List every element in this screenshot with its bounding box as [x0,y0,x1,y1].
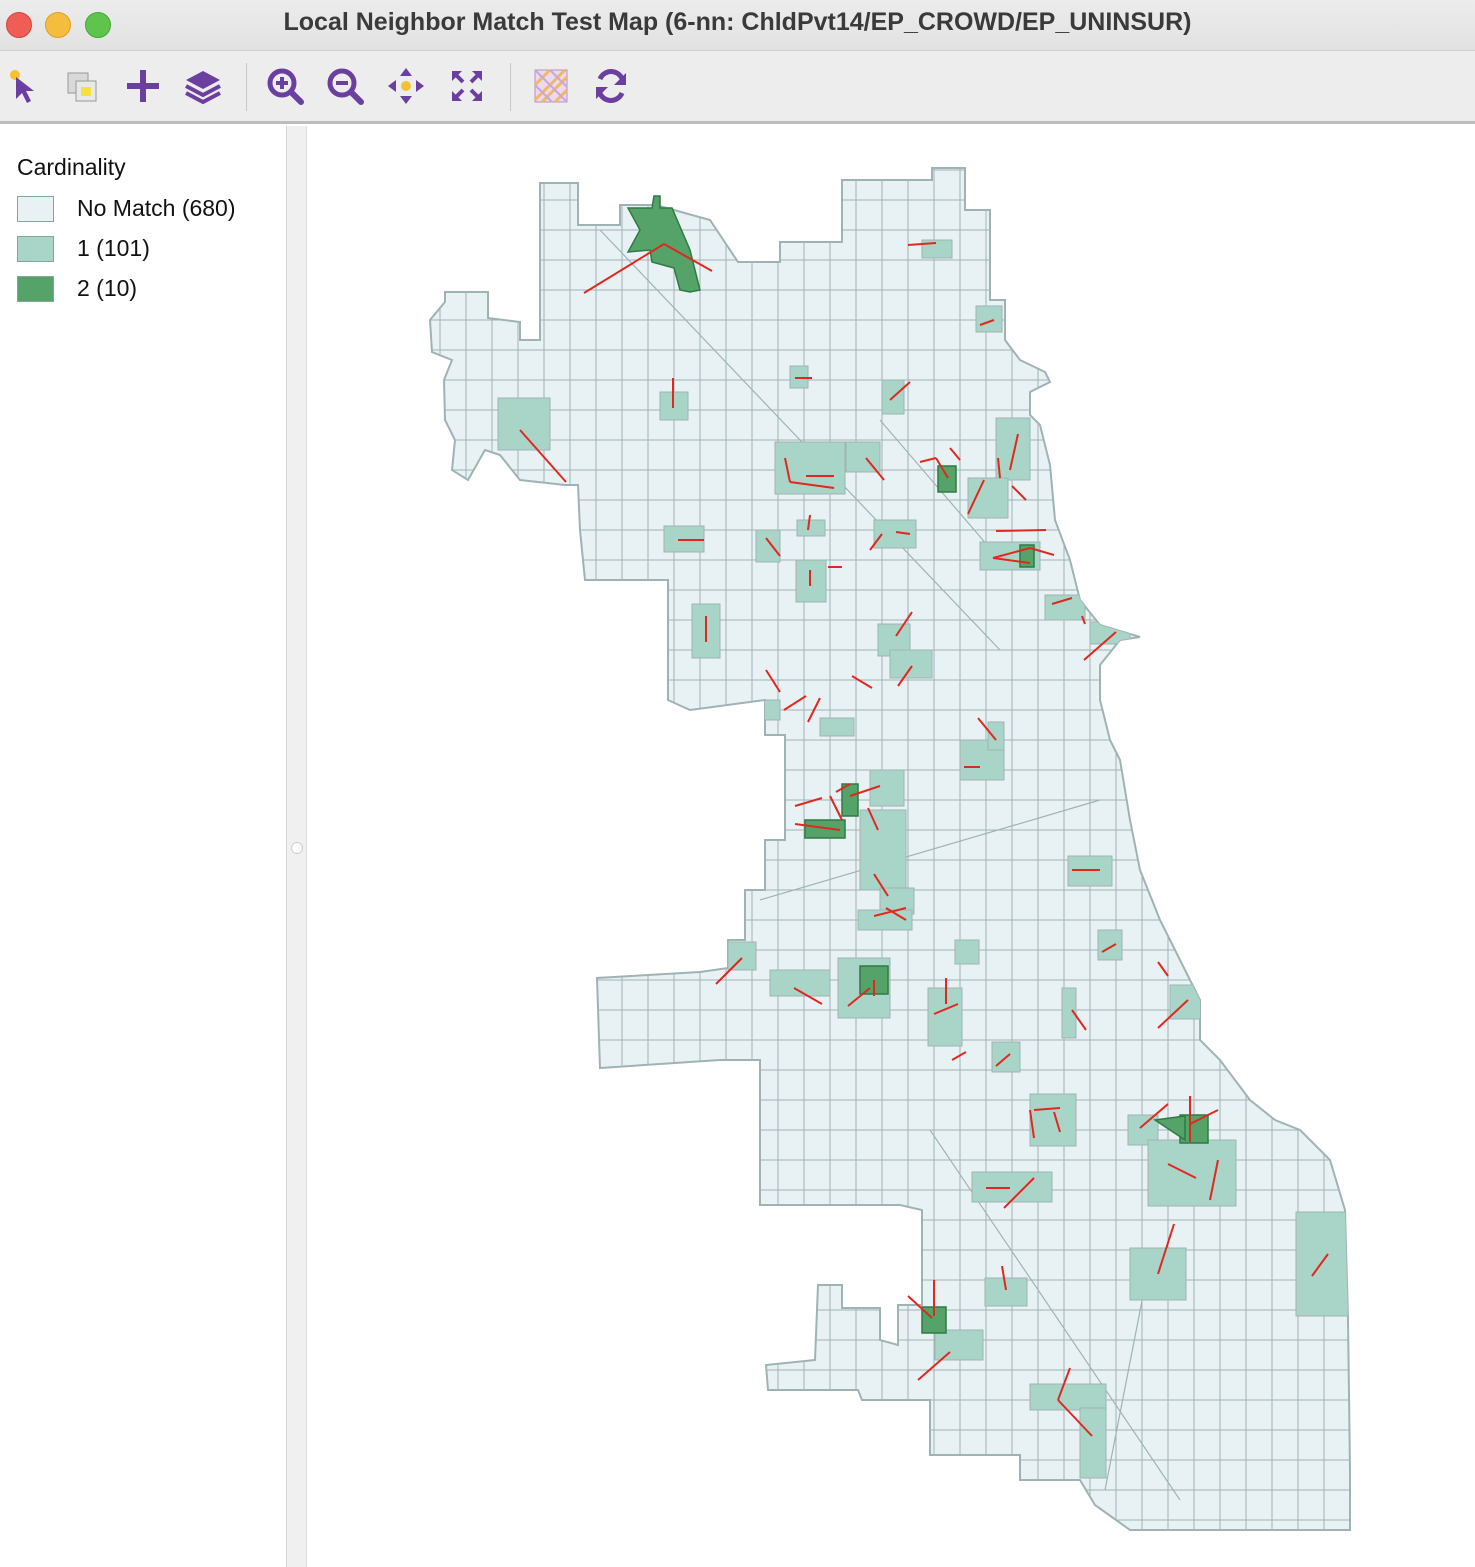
toolbar-separator [510,63,511,111]
tract-cardinality-1 [1147,1139,1237,1207]
tract-cardinality-1 [759,699,781,721]
tract-cardinality-1 [984,1277,1028,1307]
add-icon[interactable] [122,65,164,107]
tract-cardinality-1 [774,441,846,495]
tract-cardinality-1 [975,305,1003,333]
tract-cardinality-2 [937,465,957,493]
window-titlebar: Local Neighbor Match Test Map (6-nn: Chl… [0,0,1475,51]
splitter-handle[interactable] [291,842,303,854]
zoom-in-icon[interactable] [264,65,306,107]
legend-panel: Cardinality No Match (680) 1 (101) 2 (10… [0,126,287,1567]
full-extent-icon[interactable] [446,65,488,107]
legend-label: 2 (10) [77,275,138,301]
tract-cardinality-1 [859,809,907,891]
basemap-icon[interactable] [530,65,572,107]
tract-cardinality-1 [1029,1383,1107,1411]
tract-cardinality-1 [1079,1407,1107,1479]
tract-cardinality-1 [987,721,1005,751]
tract-cardinality-1 [889,649,933,679]
tract-cardinality-1 [796,519,826,537]
map-toolbar [0,51,1475,124]
tract-cardinality-1 [819,717,855,737]
legend-swatch [17,236,54,262]
selection-layers-icon[interactable] [62,65,104,107]
pan-icon[interactable] [385,65,427,107]
legend-swatch [17,196,54,222]
tract-cardinality-1 [1044,594,1086,621]
toolbar-separator [246,63,247,111]
tract-cardinality-1 [995,417,1031,481]
tract-cardinality-1 [1089,621,1131,645]
tract-cardinality-1 [755,529,781,563]
map-canvas[interactable] [307,126,1475,1567]
choropleth-map[interactable] [307,126,1475,1567]
tract-cardinality-1 [934,1329,984,1361]
legend-swatch [17,276,54,302]
tract-cardinality-2 [841,783,859,817]
tract-cardinality-1 [954,939,980,965]
layers-icon[interactable] [182,65,224,107]
zoom-out-icon[interactable] [324,65,366,107]
legend-title: Cardinality [17,154,126,180]
window-title: Local Neighbor Match Test Map (6-nn: Chl… [283,8,1192,36]
tract-cardinality-1 [971,1171,1053,1203]
tract-cardinality-1 [1295,1211,1349,1317]
tract-cardinality-1 [1097,929,1123,961]
tract-cardinality-1 [967,477,1009,519]
tract-cardinality-1 [727,941,757,971]
select-icon[interactable] [4,65,46,107]
tract-cardinality-1 [497,397,551,451]
legend-label: No Match (680) [77,195,236,221]
panel-splitter[interactable] [287,126,307,1567]
legend-label: 1 (101) [77,235,150,261]
refresh-icon[interactable] [590,65,632,107]
tract-cardinality-1 [1029,1093,1077,1147]
neighbor-link [995,529,1047,532]
